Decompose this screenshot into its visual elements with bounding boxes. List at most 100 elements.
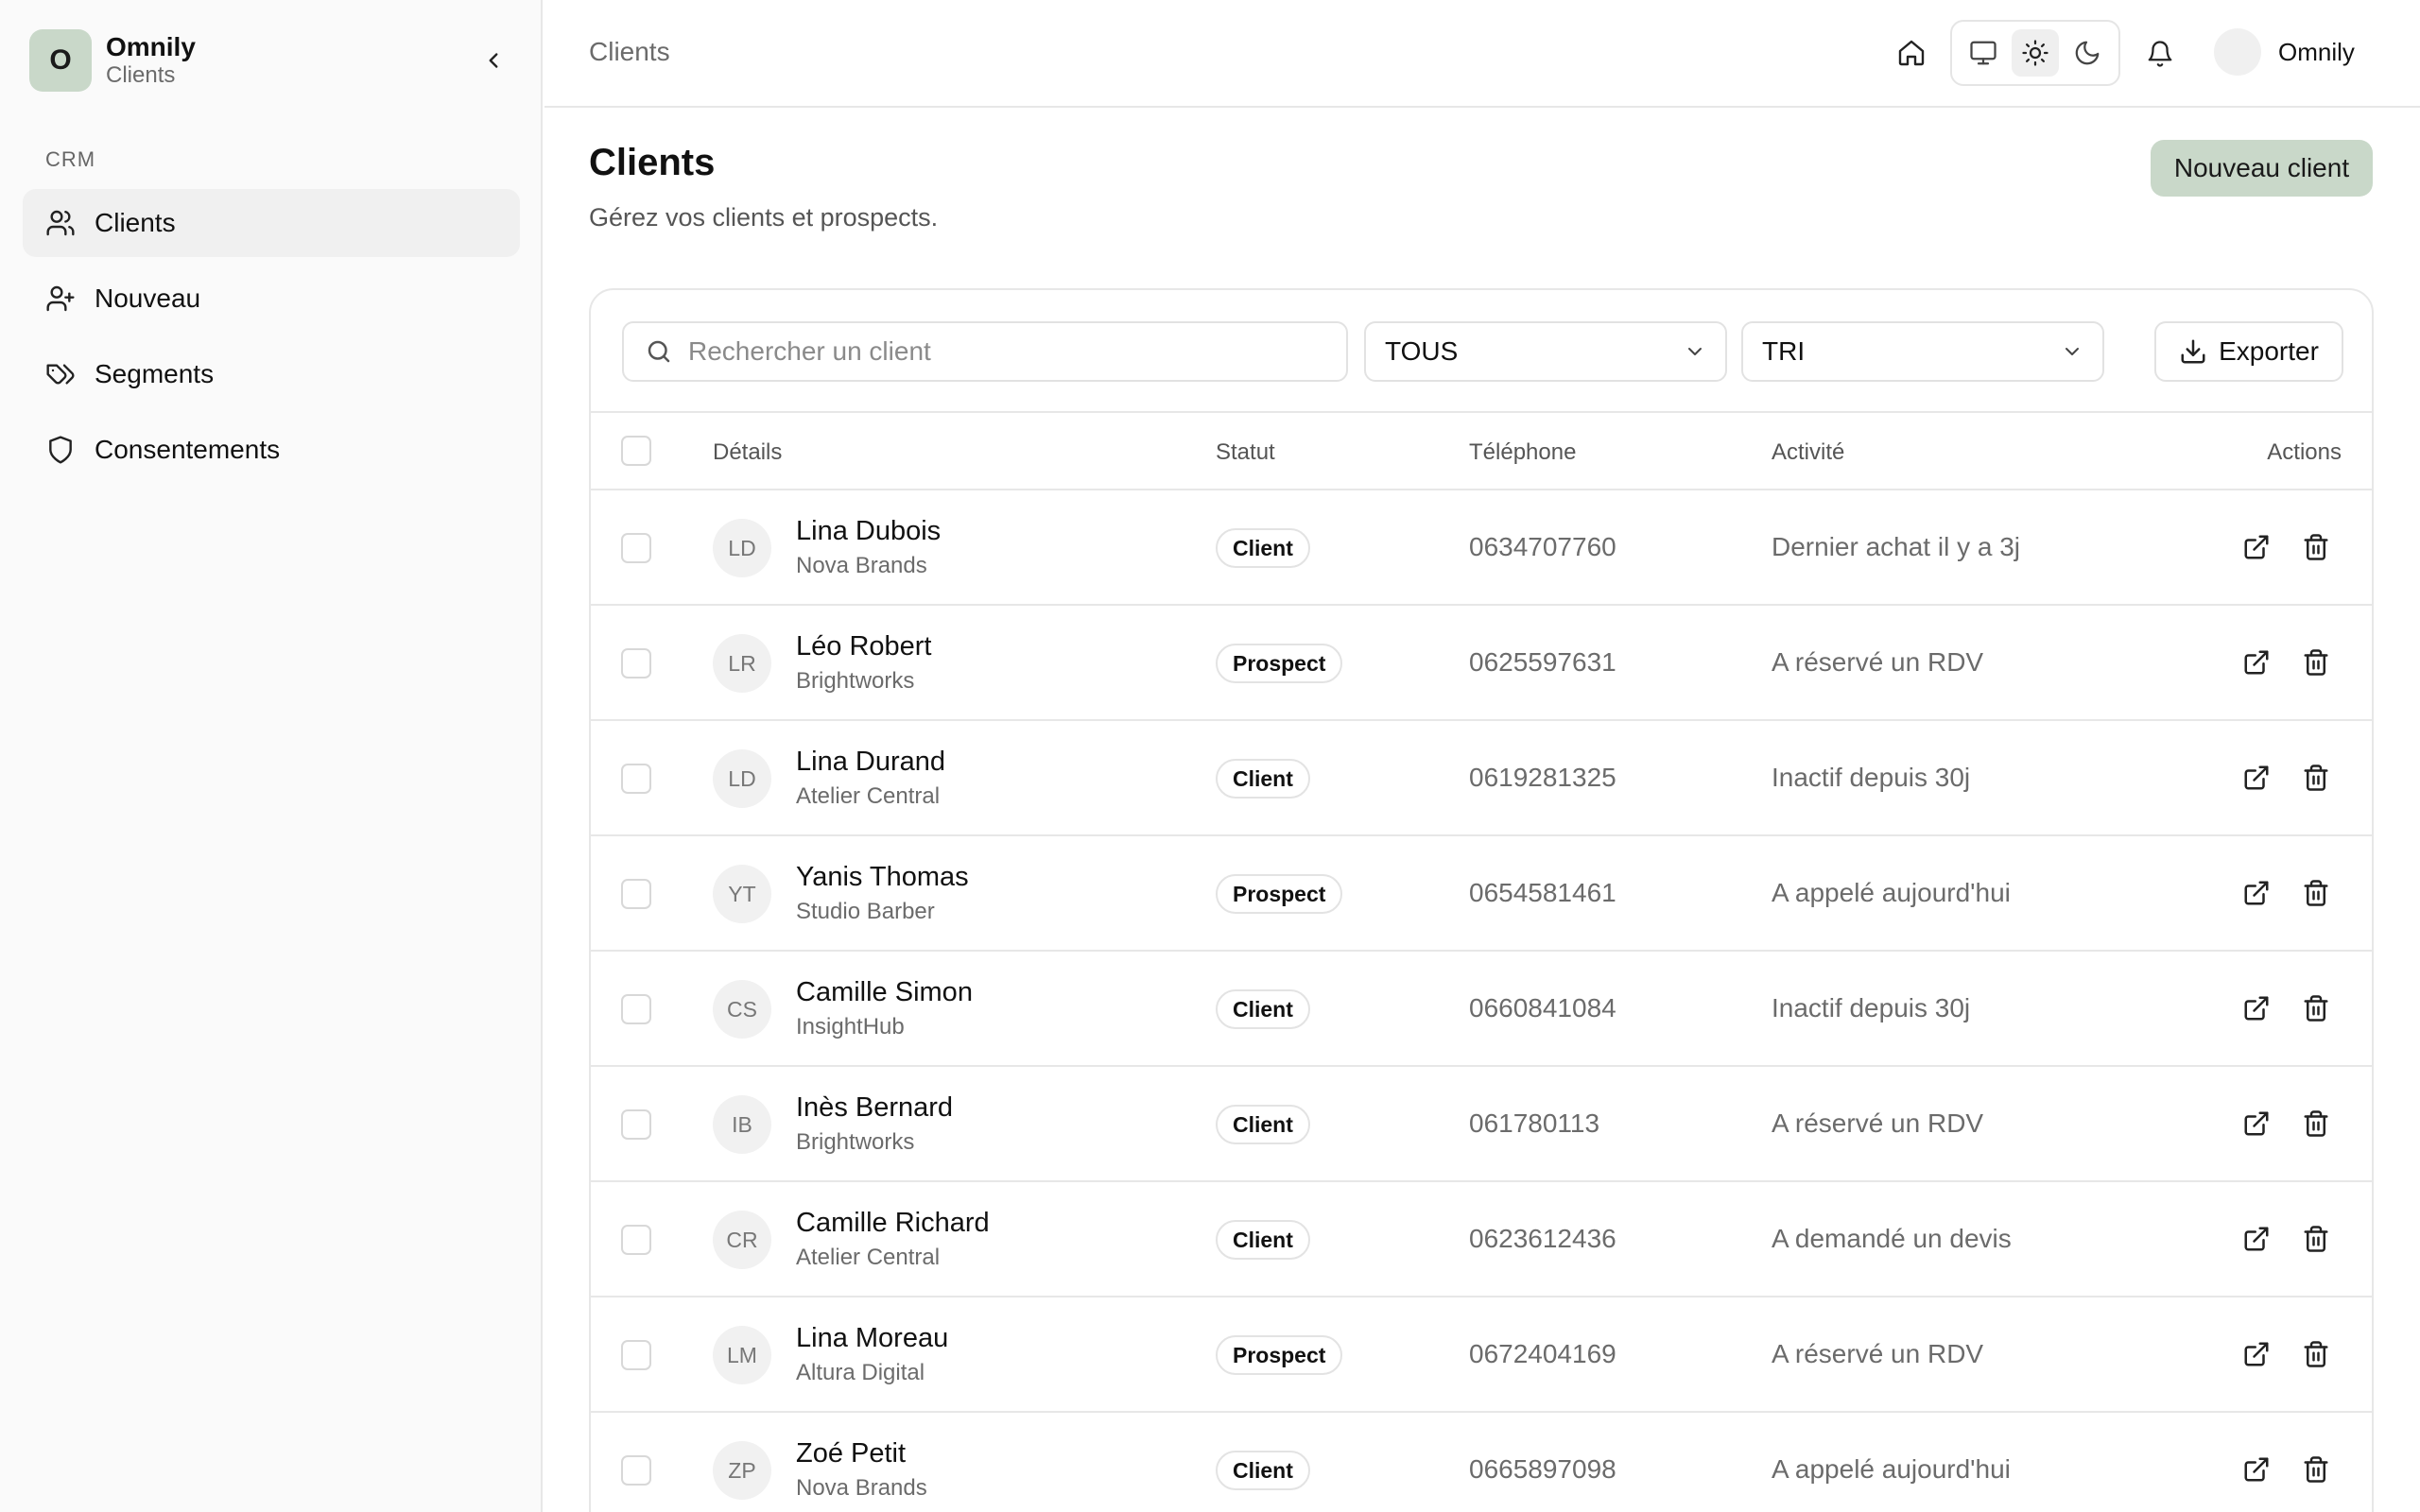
delete-client-button[interactable]	[2297, 1335, 2335, 1373]
table-row[interactable]: CS Camille Simon InsightHub Client 066084108…	[591, 952, 2372, 1067]
status-badge: Client	[1216, 1105, 1310, 1144]
status-badge: Client	[1216, 528, 1310, 568]
row-checkbox[interactable]	[621, 1455, 651, 1486]
avatar: ZP	[713, 1441, 771, 1500]
row-checkbox[interactable]	[621, 533, 651, 563]
client-activity: A appelé aujourd'hui	[1772, 1454, 2011, 1484]
select-all-checkbox[interactable]	[621, 436, 651, 466]
client-name[interactable]: Inès Bernard	[796, 1092, 953, 1124]
delete-client-button[interactable]	[2297, 1105, 2335, 1143]
external-link-icon	[2242, 1109, 2271, 1138]
sidebar: O Omnily Clients CRM Clients Nouveau Seg…	[0, 0, 543, 1512]
sidebar-item-clients[interactable]: Clients	[23, 189, 520, 257]
new-client-button[interactable]: Nouveau client	[2151, 140, 2373, 197]
search-icon	[648, 340, 670, 363]
user-name: Omnily	[2278, 37, 2355, 66]
avatar	[2214, 28, 2261, 76]
row-checkbox[interactable]	[621, 994, 651, 1024]
user-menu[interactable]: Omnily	[2214, 28, 2355, 76]
open-client-button[interactable]	[2238, 1220, 2275, 1258]
client-company: Studio Barber	[796, 899, 935, 924]
delete-client-button[interactable]	[2297, 1220, 2335, 1258]
brand-text: Omnily Clients	[106, 32, 196, 89]
client-phone: 0634707760	[1469, 532, 1616, 561]
sidebar-item-consentements[interactable]: Consentements	[23, 416, 520, 484]
table-row[interactable]: ZP Zoé Petit Nova Brands Client 0665897098 A …	[591, 1413, 2372, 1512]
row-checkbox[interactable]	[621, 1109, 651, 1140]
collapse-sidebar-button[interactable]	[474, 41, 513, 80]
open-client-button[interactable]	[2238, 989, 2275, 1027]
table-row[interactable]: YT Yanis Thomas Studio Barber Prospect 06545…	[591, 836, 2372, 952]
table-toolbar: TOUS TRI Exporter	[591, 290, 2372, 413]
row-checkbox[interactable]	[621, 764, 651, 794]
sidebar-item-label: Segments	[95, 359, 215, 388]
row-checkbox[interactable]	[621, 648, 651, 679]
table-row[interactable]: LR Léo Robert Brightworks Prospect 062559763…	[591, 606, 2372, 721]
client-name[interactable]: Lina Dubois	[796, 516, 941, 547]
theme-dark-button[interactable]	[2064, 29, 2111, 77]
client-name[interactable]: Camille Simon	[796, 977, 973, 1008]
client-name[interactable]: Lina Moreau	[796, 1323, 948, 1354]
client-name[interactable]: Léo Robert	[796, 631, 932, 662]
client-activity: A réservé un RDV	[1772, 1339, 1984, 1368]
table-row[interactable]: LM Lina Moreau Altura Digital Prospect 06724…	[591, 1297, 2372, 1413]
search-input[interactable]	[688, 336, 1331, 367]
external-link-icon	[2242, 648, 2271, 677]
table-row[interactable]: CR Camille Richard Atelier Central Client 06…	[591, 1182, 2372, 1297]
export-button[interactable]: Exporter	[2154, 321, 2343, 382]
open-client-button[interactable]	[2238, 528, 2275, 566]
open-client-button[interactable]	[2238, 644, 2275, 681]
delete-client-button[interactable]	[2297, 759, 2335, 797]
external-link-icon	[2242, 994, 2271, 1022]
trash-icon	[2302, 764, 2330, 792]
client-name[interactable]: Zoé Petit	[796, 1438, 906, 1469]
delete-client-button[interactable]	[2297, 989, 2335, 1027]
open-client-button[interactable]	[2238, 759, 2275, 797]
external-link-icon	[2242, 1340, 2271, 1368]
delete-client-button[interactable]	[2297, 874, 2335, 912]
client-name[interactable]: Yanis Thomas	[796, 862, 969, 893]
client-name[interactable]: Camille Richard	[796, 1208, 990, 1239]
client-activity: Dernier achat il y a 3j	[1772, 532, 2021, 561]
delete-client-button[interactable]	[2297, 644, 2335, 681]
client-phone: 0672404169	[1469, 1339, 1616, 1368]
sort-value: TRI	[1762, 336, 1806, 366]
open-client-button[interactable]	[2238, 1451, 2275, 1488]
delete-client-button[interactable]	[2297, 1451, 2335, 1488]
sort-select[interactable]: TRI	[1741, 321, 2104, 382]
client-name[interactable]: Lina Durand	[796, 747, 945, 778]
open-client-button[interactable]	[2238, 1335, 2275, 1373]
sidebar-item-nouveau[interactable]: Nouveau	[23, 265, 520, 333]
table-row[interactable]: LD Lina Durand Atelier Central Client 061928…	[591, 721, 2372, 836]
home-button[interactable]	[1891, 32, 1932, 74]
theme-system-button[interactable]	[1960, 29, 2007, 77]
shield-icon	[43, 433, 78, 467]
avatar: LM	[713, 1326, 771, 1384]
table-row[interactable]: IB Inès Bernard Brightworks Client 061780113…	[591, 1067, 2372, 1182]
client-company: Altura Digital	[796, 1360, 925, 1385]
client-phone: 0660841084	[1469, 993, 1616, 1022]
download-icon	[2181, 339, 2205, 364]
trash-icon	[2302, 1340, 2330, 1368]
theme-light-button[interactable]	[2011, 29, 2059, 77]
notifications-button[interactable]	[2138, 32, 2182, 76]
row-checkbox[interactable]	[621, 1340, 651, 1370]
status-filter-select[interactable]: TOUS	[1364, 321, 1727, 382]
external-link-icon	[2242, 1225, 2271, 1253]
sidebar-item-segments[interactable]: Segments	[23, 340, 520, 408]
client-company: Nova Brands	[796, 1475, 927, 1501]
table-row[interactable]: LD Lina Dubois Nova Brands Client 0634707760…	[591, 490, 2372, 606]
client-company: Atelier Central	[796, 783, 941, 809]
row-checkbox[interactable]	[621, 879, 651, 909]
row-checkbox[interactable]	[621, 1225, 651, 1255]
client-activity: A réservé un RDV	[1772, 1108, 1984, 1138]
avatar: LD	[713, 749, 771, 808]
open-client-button[interactable]	[2238, 874, 2275, 912]
open-client-button[interactable]	[2238, 1105, 2275, 1143]
sidebar-item-label: Nouveau	[95, 284, 201, 313]
trash-icon	[2302, 879, 2330, 907]
status-badge: Client	[1216, 1451, 1310, 1490]
delete-client-button[interactable]	[2297, 528, 2335, 566]
column-header-details: Détails	[713, 439, 783, 465]
status-badge: Client	[1216, 1220, 1310, 1260]
